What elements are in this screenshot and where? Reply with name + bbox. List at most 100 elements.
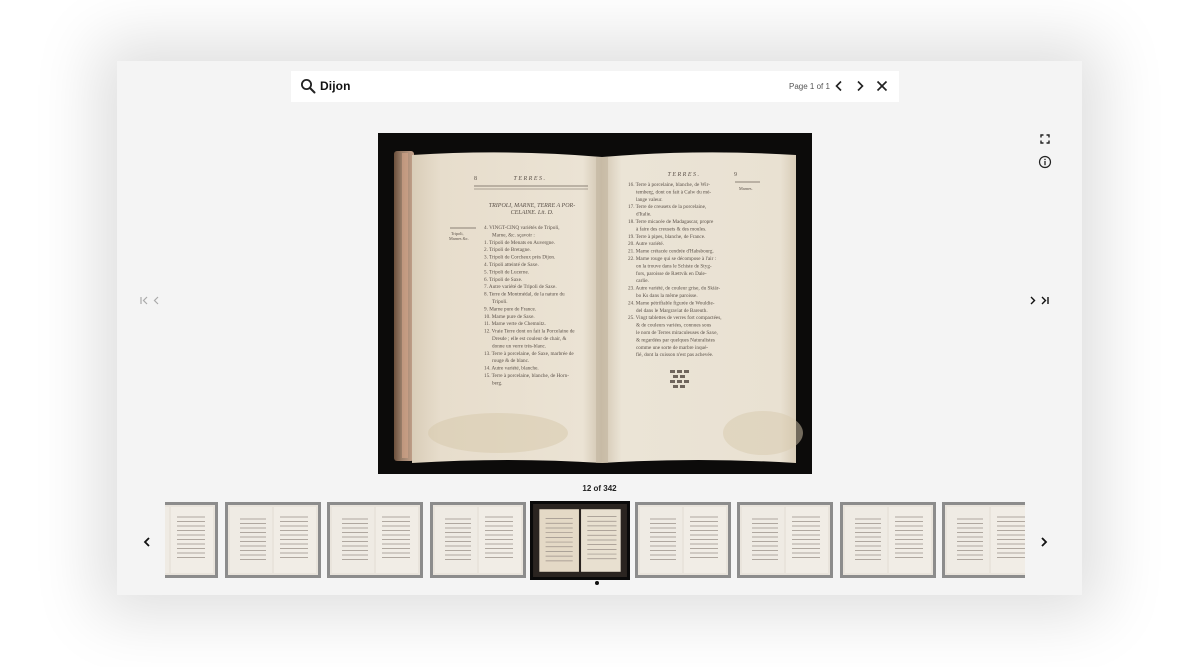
thumbnail[interactable] <box>224 502 321 578</box>
page-text-line: comme une sorte de marbre inqué- <box>636 345 708 351</box>
left-page-number: 8 <box>474 176 477 182</box>
active-thumbnail-indicator <box>595 581 599 585</box>
left-margin-note2: Marnes &c. <box>449 236 469 241</box>
page-text-line: carlie. <box>636 278 649 284</box>
page-text-line: fors, paroisse de Rættvik en Dale- <box>636 270 707 277</box>
thumbnail-image <box>842 505 933 575</box>
page-text-line: donne un verre très-blanc. <box>492 343 546 349</box>
page-text-line: Dresde ; elle est couleur de chair, & <box>492 336 566 342</box>
chevron-left-icon <box>143 537 150 547</box>
page-text-line: le nom de Terres miraculeuses de Saxe, <box>636 330 718 336</box>
info-icon <box>1038 155 1052 169</box>
page-counter: 12 of 342 <box>582 484 617 493</box>
page-text-line: 2. Tripoli de Bretagne. <box>484 247 531 253</box>
page-text-line: 14. Autre variété, blanche. <box>484 366 539 372</box>
left-heading-line1: TRIPOLI, MARNE, TERRE A POR- <box>489 203 575 209</box>
page-text-line: on la trouve dans le Schiste de Styg- <box>636 263 712 269</box>
chevron-right-icon <box>1041 537 1048 547</box>
thumbnail-image <box>432 505 523 575</box>
close-search-button[interactable] <box>875 79 889 93</box>
page-text-line: berg. <box>492 380 502 386</box>
page-text-line: 11. Marne verte de Chemnitz. <box>484 321 546 327</box>
thumbnail[interactable] <box>737 502 833 578</box>
thumbnail[interactable] <box>327 502 423 578</box>
page-text-line: bo Ks dans la même paroisse. <box>636 293 698 299</box>
page-text-line: 7. Autre variété de Tripoli de Saxe. <box>484 284 557 290</box>
thumbnail[interactable] <box>165 502 218 578</box>
page-text-line: d'Italie. <box>636 212 651 218</box>
search-query[interactable]: Dijon <box>320 71 351 102</box>
page-text-line: 16. Terre à porcelaine, blanche, de Wir- <box>628 182 710 188</box>
open-book-image: 8 TERRES. TRIPOLI, MARNE, TERRE A POR- C… <box>378 133 812 474</box>
right-page-header: TERRES. <box>668 172 701 178</box>
page-text-line: 9. Marne pure de France. <box>484 306 536 312</box>
search-icon[interactable] <box>300 78 316 94</box>
first-page-icon <box>140 296 148 305</box>
chevron-left-icon <box>835 80 842 92</box>
last-page-button[interactable] <box>1039 295 1050 306</box>
page-text-line: Marne, &c. sçavoir : <box>492 232 535 238</box>
book-viewer: Dijon Page 1 of 1 8 TERRES. TRIPOLI, MAR… <box>117 61 1082 595</box>
left-heading-line2: CELAINE. Lit. D. <box>511 210 554 216</box>
page-text-line: 3. Tripoli de Corcheux près Dijon. <box>484 255 555 261</box>
page-text-line: 22. Marne rouge qui se décompose à l'air… <box>628 256 717 262</box>
main-page-image[interactable]: 8 TERRES. TRIPOLI, MARNE, TERRE A POR- C… <box>378 133 812 474</box>
page-text-line: rouge & de blanc. <box>492 358 529 364</box>
page-text-line: 23. Autre variété, de couleur grise, du … <box>628 286 720 292</box>
page-text-line: del dans le Margraviat de Bareuth. <box>636 308 708 314</box>
chevron-left-icon <box>153 296 159 305</box>
page-text-line: 15. Terre à porcelaine, blanche, de Horn… <box>484 373 569 379</box>
page-text-line: fié, dont la cuisson n'est pas achevée. <box>636 351 713 358</box>
thumbnail[interactable] <box>839 502 936 578</box>
thumbnail[interactable] <box>429 502 526 578</box>
thumbnail-image <box>637 505 728 575</box>
thumbnail-image <box>227 505 318 575</box>
page-text-line: 13. Terre à porcelaine, de Saxe, marbrée… <box>484 351 574 357</box>
thumbnail-strip <box>165 501 1025 581</box>
previous-match-button[interactable] <box>832 79 846 93</box>
page-text-line: 5. Tripoli de Lucerne. <box>484 269 529 275</box>
page-text-line: & de couleurs variées, connues sous <box>636 323 711 329</box>
thumbnails-scroll-right-button[interactable] <box>1037 535 1051 549</box>
page-text-line: temberg, dont on fait à Calw du mé- <box>636 188 711 195</box>
left-page-header: TERRES. <box>514 176 547 182</box>
fullscreen-button[interactable] <box>1038 132 1052 146</box>
thumbnail-image <box>165 505 215 575</box>
page-text-line: 12. Vraie Terre dont on fait la Porcelai… <box>484 328 575 335</box>
previous-page-button[interactable] <box>151 295 162 306</box>
page-text-line: 8. Terre de Montmédal, de la nature du <box>484 292 565 298</box>
next-match-button[interactable] <box>853 79 867 93</box>
info-button[interactable] <box>1038 155 1052 169</box>
first-page-button[interactable] <box>139 295 150 306</box>
thumbnail-active[interactable] <box>530 501 630 580</box>
thumbnail-image <box>533 504 627 577</box>
page-text-line: 21. Marne crétacée cendrée d'Habsbourg. <box>628 249 714 255</box>
page-text-line: 1. Tripoli de Menats en Auvergne. <box>484 240 555 246</box>
right-margin-note: Marnes. <box>739 186 753 191</box>
chevron-right-icon <box>1030 296 1036 305</box>
thumbnail-image <box>740 505 830 575</box>
next-page-button[interactable] <box>1027 295 1038 306</box>
thumbnail-image <box>330 505 420 575</box>
thumbnails-scroll-left-button[interactable] <box>140 535 154 549</box>
page-text-line: 24. Marne pétrifiable figurée de Wouldie… <box>628 299 715 306</box>
last-page-icon <box>1041 296 1049 305</box>
page-text-line: 4. VINGT-CINQ variétés de Tripoli, <box>484 225 560 231</box>
page-text-line: & regardées par quelques Naturalistes <box>636 337 715 343</box>
page-text-line: 25. Vingt tablettes de verres fort compa… <box>628 314 722 321</box>
chevron-right-icon <box>857 80 864 92</box>
page-text-line: à faire des creusets & des moules. <box>636 225 706 232</box>
page-text-line: lange valeur. <box>636 197 663 203</box>
page-text-line: 19. Terre à pipes, blanche, de France. <box>628 234 705 240</box>
search-result-count: Page 1 of 1 <box>789 82 830 91</box>
fullscreen-icon <box>1040 134 1050 144</box>
thumbnail-image <box>945 505 1025 575</box>
thumbnail[interactable] <box>942 502 1025 578</box>
page-text-line: 20. Autre variété. <box>628 241 664 247</box>
search-bar: Dijon Page 1 of 1 <box>291 71 899 102</box>
page-text-line: Tripoli. <box>492 299 508 305</box>
page-text-line: 6. Tripoli de Saxe. <box>484 277 522 283</box>
page-text-line: 17. Terre de creusets de la porcelaine, <box>628 204 706 210</box>
thumbnail[interactable] <box>634 502 731 578</box>
page-text-line: 10. Marne pure de Saxe. <box>484 314 535 320</box>
